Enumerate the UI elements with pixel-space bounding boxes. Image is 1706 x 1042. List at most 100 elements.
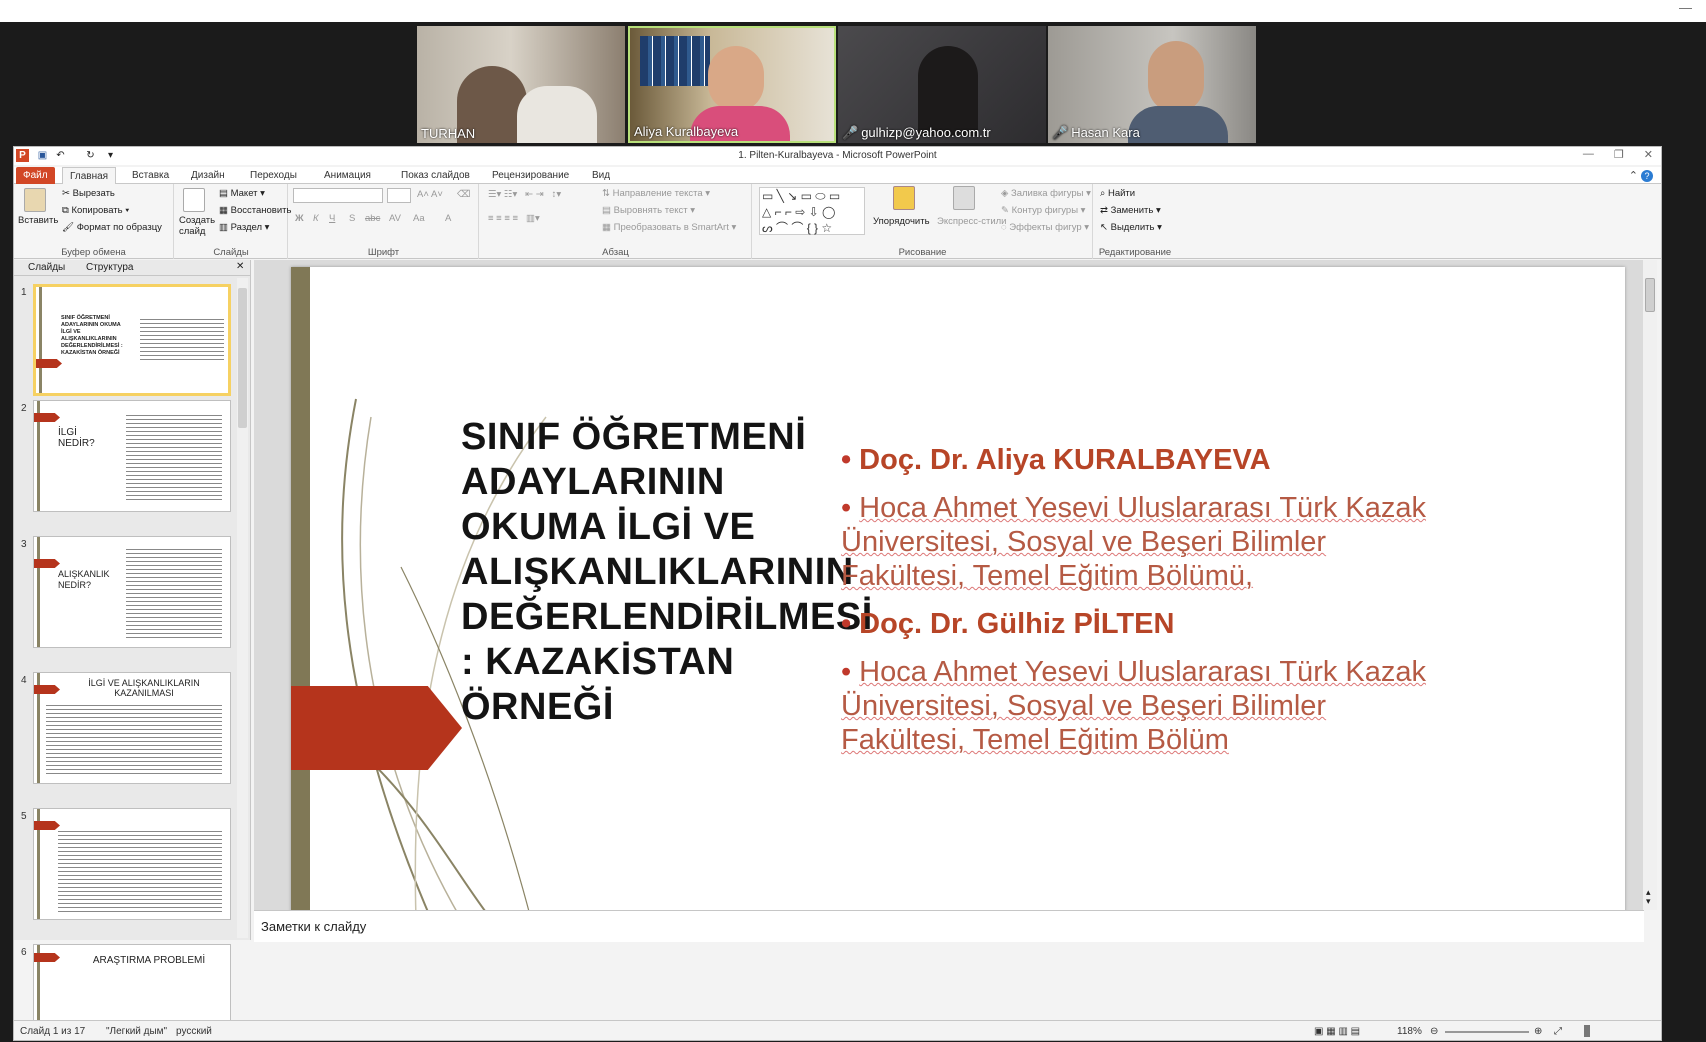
bullet-affiliation: • Hoca Ahmet Yesevi Uluslararası Türk Kaz… [841, 656, 1427, 756]
scroll-thumb[interactable] [1645, 278, 1655, 312]
slide-thumbnail[interactable]: ALIŞKANLIK NEDİR? [33, 536, 231, 648]
bold-button[interactable]: Ж [295, 213, 304, 224]
layout-button[interactable]: ▤ Макет ▾ [219, 188, 265, 199]
ribbon-tabs: Файл Главная Вставка Дизайн Переходы Ани… [14, 167, 1661, 184]
zoom-level[interactable]: 118% [1397, 1026, 1422, 1037]
bullet-icon: • [841, 608, 852, 640]
notes-pane[interactable]: Заметки к слайду [254, 910, 1644, 942]
tab-review[interactable]: Рецензирование [485, 167, 576, 184]
participant-tile[interactable]: 🎤 gulhizp@yahoo.com.tr [838, 26, 1046, 143]
copy-button[interactable]: ⧉ Копировать ▾ [62, 205, 129, 216]
reset-button[interactable]: ▦ Восстановить [219, 205, 291, 216]
person-face [1148, 41, 1204, 113]
select-button[interactable]: ↖ Выделить ▾ [1100, 222, 1162, 233]
tab-insert[interactable]: Вставка [125, 167, 176, 184]
person-silhouette [918, 46, 978, 136]
participant-tile[interactable]: TURHAN [417, 26, 625, 143]
arrange-icon[interactable] [893, 186, 915, 210]
tab-design[interactable]: Дизайн [184, 167, 232, 184]
participant-tile[interactable]: 🎤 Hasan Kara [1048, 26, 1256, 143]
language-indicator[interactable]: русский [176, 1026, 212, 1037]
tab-slides[interactable]: Слайды [28, 262, 65, 273]
font-size-field[interactable] [387, 188, 411, 203]
zoom-slider[interactable] [1445, 1031, 1529, 1033]
minimize-button[interactable]: — [1583, 148, 1594, 161]
layout-icon: ▤ [219, 188, 231, 199]
help-icon[interactable]: ? [1641, 170, 1653, 182]
page-nav-icon[interactable]: ▴ ▾ [1646, 888, 1651, 906]
font-color-button[interactable]: A [445, 213, 451, 224]
ribbon-help: ⌃ ? [1629, 169, 1653, 182]
quick-styles-button[interactable]: Экспресс-стили [937, 216, 1006, 227]
new-slide-button[interactable]: Создать слайд [179, 215, 219, 237]
smartart-button[interactable]: ▦ Преобразовать в SmartArt ▾ [602, 222, 736, 233]
participant-tile-active[interactable]: Aliya Kuralbayeva [628, 26, 836, 143]
slide-thumbnail[interactable] [33, 808, 231, 920]
slide-number: 1 [21, 287, 27, 298]
tab-file[interactable]: Файл [16, 167, 55, 184]
slide-title[interactable]: SINIF ÖĞRETMENİ ADAYLARININ OKUMA İLGİ V… [461, 415, 872, 730]
title-accent-arrow [291, 686, 462, 770]
grow-font-icon[interactable]: A˄ A˅ [417, 189, 443, 200]
group-paragraph: ☰▾ ☷▾ ⇤ ⇥ ↕▾ ≡ ≡ ≡ ≡ ▥▾ ⇅ Направление те… [480, 184, 752, 259]
shape-fill-button[interactable]: ◈ Заливка фигуры ▾ [1001, 188, 1091, 199]
cut-button[interactable]: ✂ Вырезать [62, 188, 115, 199]
format-painter-button[interactable]: 🖌 Формат по образцу [62, 222, 162, 233]
arrange-button[interactable]: Упорядочить [873, 216, 930, 227]
underline-button[interactable]: Ч [329, 213, 335, 224]
spacing-button[interactable]: AV [389, 213, 401, 224]
font-name-field[interactable] [293, 188, 383, 203]
ribbon: Вставить ✂ Вырезать ⧉ Копировать ▾ 🖌 Фор… [14, 184, 1661, 259]
slide-thumbnail[interactable]: SINIF ÖĞRETMENİ ADAYLARININ OKUMA İLGİ V… [33, 284, 231, 396]
quick-access-toolbar: P ▣ ↶ ↻ ▾ 1. Pilten-Kuralbayeva - Micros… [14, 147, 1661, 165]
tab-slideshow[interactable]: Показ слайдов [394, 167, 477, 184]
shadow-button[interactable]: S [349, 213, 355, 224]
tab-transitions[interactable]: Переходы [243, 167, 304, 184]
minimize-icon[interactable]: — [1679, 0, 1692, 15]
zoom-slider-knob[interactable] [1584, 1025, 1590, 1037]
fit-slide-icon[interactable]: ⤢ [1554, 1026, 1562, 1037]
find-button[interactable]: ⌕ Найти [1100, 188, 1135, 199]
paste-icon[interactable] [24, 188, 46, 212]
view-buttons[interactable]: ▣ ▦ ▥ ▤ [1314, 1026, 1360, 1037]
slide-thumbnail[interactable]: İLGİ NEDİR? [33, 400, 231, 512]
scroll-thumb[interactable] [238, 288, 247, 428]
thumb-flag [34, 685, 60, 694]
shapes-gallery[interactable]: ▭ ╲ ↘ ▭ ⬭ ▭ △ ⌐ ⌐ ⇨ ⇩ ◯ ᔕ ⌒ ⌒ { } ☆ [759, 187, 865, 235]
editor-scrollbar[interactable]: ▴ ▾ [1643, 260, 1657, 910]
panel-scrollbar[interactable] [237, 278, 248, 938]
tab-view[interactable]: Вид [585, 167, 617, 184]
quick-styles-icon[interactable] [953, 186, 975, 210]
section-button[interactable]: ▥ Раздел ▾ [219, 222, 269, 233]
tab-home[interactable]: Главная [62, 167, 117, 184]
clear-format-icon[interactable]: ⌫ [457, 189, 470, 200]
zoom-in-icon[interactable]: ⊕ [1534, 1026, 1542, 1037]
align-text-button[interactable]: ▤ Выровнять текст ▾ [602, 205, 695, 216]
group-drawing: ▭ ╲ ↘ ▭ ⬭ ▭ △ ⌐ ⌐ ⇨ ⇩ ◯ ᔕ ⌒ ⌒ { } ☆ Упоряд… [753, 184, 1093, 259]
strikethrough-button[interactable]: abc [365, 213, 380, 224]
bullets-icon[interactable]: ☰▾ ☷▾ ⇤ ⇥ ↕▾ [488, 189, 561, 200]
align-icons[interactable]: ≡ ≡ ≡ ≡ ▥▾ [488, 213, 540, 224]
restore-button[interactable]: ❐ [1614, 148, 1624, 161]
shape-effects-button[interactable]: ◌ Эффекты фигур ▾ [1001, 222, 1089, 233]
paste-button[interactable]: Вставить [18, 215, 58, 226]
slide-body[interactable]: • Doç. Dr. Aliya KURALBAYEVA • Hoca Ahmet … [841, 443, 1451, 771]
close-button[interactable]: ✕ [1644, 148, 1653, 161]
change-case-button[interactable]: Aa [413, 213, 425, 224]
thumb-title: ARAŞTIRMA PROBLEMİ [92, 955, 206, 966]
tab-animations[interactable]: Анимация [317, 167, 378, 184]
italic-button[interactable]: К [313, 213, 319, 224]
replace-button[interactable]: ⇄ Заменить ▾ [1100, 205, 1161, 216]
collapse-ribbon-icon[interactable]: ⌃ [1629, 170, 1638, 182]
close-panel-icon[interactable]: ✕ [236, 261, 244, 272]
new-slide-icon[interactable] [183, 188, 205, 212]
screen: — TURHAN Aliya Kuralbayeva 🎤 gulhizp@yaho… [0, 0, 1706, 1042]
group-label: Буфер обмена [61, 247, 126, 258]
slide-thumbnail[interactable]: İLGİ VE ALIŞKANLIKLARIN KAZANILMASI [33, 672, 231, 784]
slide-canvas[interactable]: SINIF ÖĞRETMENİ ADAYLARININ OKUMA İLGİ V… [291, 267, 1625, 919]
tab-outline[interactable]: Структура [86, 262, 133, 273]
zoom-out-icon[interactable]: ⊖ [1430, 1026, 1438, 1037]
panel-tabs: Слайды Структура ✕ [14, 260, 250, 276]
shape-outline-button[interactable]: ✎ Контур фигуры ▾ [1001, 205, 1085, 216]
text-direction-button[interactable]: ⇅ Направление текста ▾ [602, 188, 710, 199]
